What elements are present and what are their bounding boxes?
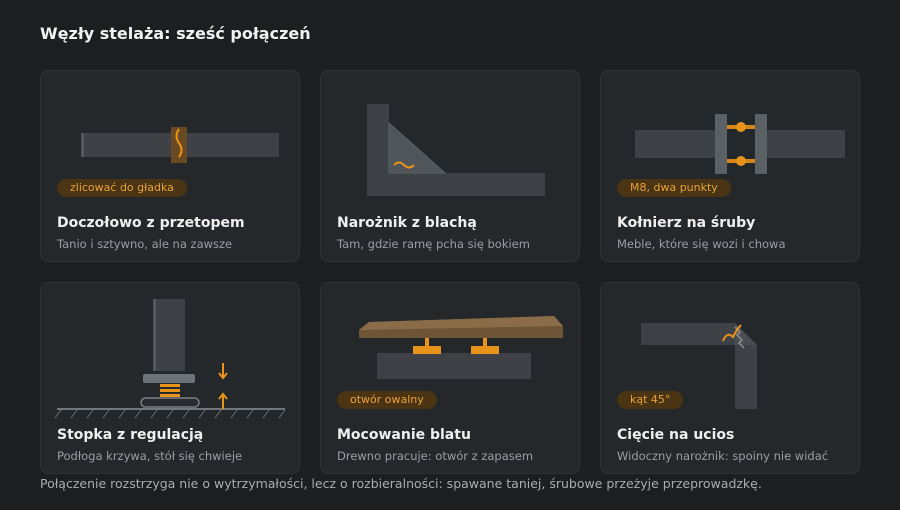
card-title: Doczołowo z przetopem	[57, 215, 245, 231]
foot-pad	[140, 397, 200, 408]
floor-hatching	[54, 409, 286, 419]
tube-right	[761, 130, 845, 158]
screw	[425, 338, 429, 346]
gusset-plate	[388, 121, 447, 174]
card-gusset-corner: Narożnik z blachą Tam, gdzie ramę pcha s…	[320, 70, 580, 262]
badge: zlicować do gładka	[57, 179, 187, 197]
card-subtitle: Tanio i sztywno, ale na zawsze	[57, 237, 233, 251]
flange-illustration	[635, 114, 845, 174]
tube-left	[81, 133, 179, 157]
card-bolted-flange: M8, dwa punkty Kołnierz na śruby Meble, …	[600, 70, 860, 262]
tube-left	[635, 130, 719, 158]
gusset-illustration	[367, 104, 545, 196]
flange-plate-left	[715, 114, 727, 174]
card-title: Mocowanie blatu	[337, 427, 471, 443]
horizontal-tube	[367, 173, 545, 196]
card-butt-weld: zlicować do gładka Doczołowo z przetopem…	[40, 70, 300, 262]
tube-left-edge	[81, 133, 84, 157]
badge: otwór owalny	[337, 391, 437, 409]
thread	[160, 384, 180, 387]
badge: kąt 45°	[617, 391, 684, 409]
leveling-foot-illustration	[54, 299, 286, 419]
card-subtitle: Drewno pracuje: otwór z zapasem	[337, 449, 534, 463]
card-title: Stopka z regulacją	[57, 427, 204, 443]
tabletop-illustration	[359, 316, 563, 379]
tube-right	[181, 133, 279, 157]
card-subtitle: Meble, które się wozi i chowa	[617, 237, 786, 251]
arrow-up-icon	[218, 392, 228, 409]
arrow-down-icon	[218, 363, 228, 380]
butt-weld-illustration	[81, 127, 279, 163]
nut-icon	[736, 122, 746, 132]
weld-bead	[171, 127, 187, 163]
flange-plate-right	[755, 114, 767, 174]
leg-tube	[153, 299, 185, 371]
thread	[160, 394, 180, 397]
card-subtitle: Podłoga krzywa, stół się chwieje	[57, 449, 243, 463]
nut-icon	[736, 156, 746, 166]
mounting-bracket	[413, 346, 441, 354]
card-subtitle: Widoczny narożnik: spoiny nie widać	[617, 449, 829, 463]
footer-note: Połączenie rozstrzyga nie o wytrzymałośc…	[40, 476, 762, 491]
leg-cap	[143, 374, 195, 383]
leg-tube-edge	[153, 299, 156, 371]
card-tabletop-mount: otwór owalny Mocowanie blatu Drewno prac…	[320, 282, 580, 474]
card-title: Kołnierz na śruby	[617, 215, 756, 231]
mounting-bracket	[471, 346, 499, 354]
thread	[160, 389, 180, 392]
screw	[483, 338, 487, 346]
frame-rail	[377, 353, 531, 379]
page-title: Węzły stelaża: sześć połączeń	[40, 24, 311, 43]
card-mitre-cut: kąt 45° Cięcie na ucios Widoczny narożni…	[600, 282, 860, 474]
card-leveling-foot: Stopka z regulacją Podłoga krzywa, stół …	[40, 282, 300, 474]
card-title: Narożnik z blachą	[337, 215, 477, 231]
card-title: Cięcie na ucios	[617, 427, 735, 443]
horizontal-tube	[641, 323, 735, 345]
card-subtitle: Tam, gdzie ramę pcha się bokiem	[337, 237, 530, 251]
badge: M8, dwa punkty	[617, 179, 731, 197]
